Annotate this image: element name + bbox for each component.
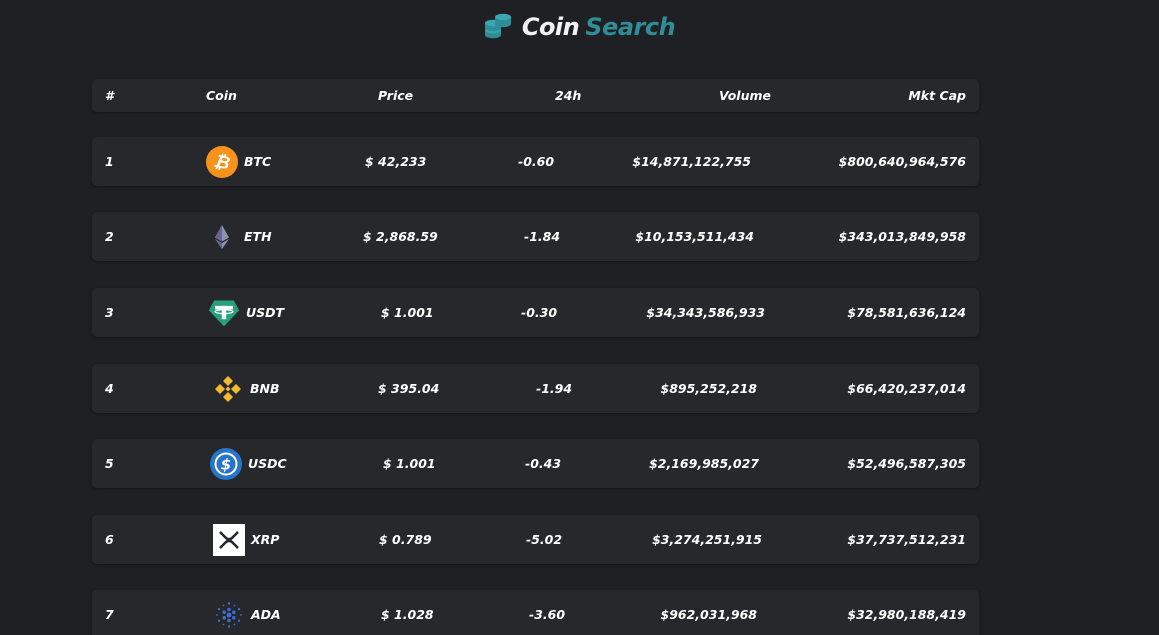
row-coin: ₿ BTC xyxy=(206,137,271,186)
row-coin: XRP xyxy=(213,515,279,564)
row-market-cap: $37,737,512,231 xyxy=(847,532,966,547)
row-price: $ 0.789 xyxy=(379,532,432,547)
row-24h-change: -1.94 xyxy=(536,381,573,396)
row-volume: $895,252,218 xyxy=(660,381,757,396)
row-price: $ 2,868.59 xyxy=(363,229,438,244)
coins-stack-icon xyxy=(484,13,512,41)
row-coin: ETH xyxy=(206,212,272,261)
table-row[interactable]: 5 $ USDC $ 1.001 -0.43 $2,169,985,027 $5… xyxy=(92,439,979,488)
xrp-icon xyxy=(213,523,245,556)
binance-icon xyxy=(212,373,244,405)
row-price: $ 1.001 xyxy=(383,456,436,471)
row-coin-symbol: BNB xyxy=(250,381,280,396)
usd-coin-icon: $ xyxy=(210,447,242,480)
row-rank: 7 xyxy=(105,607,114,622)
column-header-market-cap: Mkt Cap xyxy=(908,88,966,103)
row-price: $ 42,233 xyxy=(365,154,427,169)
row-coin-symbol: BTC xyxy=(244,154,272,169)
bitcoin-icon: ₿ xyxy=(206,145,238,178)
row-24h-change: -0.30 xyxy=(521,305,558,320)
table-row[interactable]: 1 ₿ BTC $ 42,233 -0.60 $14,871,122,755 $… xyxy=(92,137,979,186)
row-coin-symbol: XRP xyxy=(251,532,280,547)
table-row[interactable]: 3 USDT $ 1.001 -0.30 $34,343,586,933 $78… xyxy=(92,288,979,337)
row-volume: $3,274,251,915 xyxy=(652,532,762,547)
row-market-cap: $52,496,587,305 xyxy=(847,456,966,471)
row-rank: 2 xyxy=(105,229,114,244)
row-volume: $2,169,985,027 xyxy=(649,456,759,471)
title-part-search: Search xyxy=(585,13,676,41)
row-coin: BNB xyxy=(212,364,280,413)
app: Coin Search # Coin Price 24h Volume Mkt C… xyxy=(0,0,1159,635)
row-24h-change: -0.60 xyxy=(518,154,555,169)
table-row[interactable]: 7 ADA $ 1.028 -3.60 $962,031,968 $32,980… xyxy=(92,590,979,635)
column-header-coin: Coin xyxy=(206,88,237,103)
row-rank: 3 xyxy=(105,305,114,320)
row-market-cap: $343,013,849,958 xyxy=(838,229,966,244)
row-price: $ 1.028 xyxy=(381,607,434,622)
row-rank: 6 xyxy=(105,532,114,547)
title-part-coin: Coin xyxy=(521,13,580,41)
column-header-volume: Volume xyxy=(718,88,771,103)
row-price: $ 1.001 xyxy=(381,305,434,320)
table-row[interactable]: 4 BNB $ 395.04 -1.94 $895,252,218 $66,42… xyxy=(92,364,979,413)
row-market-cap: $800,640,964,576 xyxy=(838,154,966,169)
row-coin-symbol: USDC xyxy=(248,456,287,471)
row-coin-symbol: USDT xyxy=(246,305,285,320)
row-coin: ADA xyxy=(213,590,281,635)
svg-text:$: $ xyxy=(221,455,231,473)
table-row[interactable]: 6 XRP $ 0.789 -5.02 $3,274,251,915 $37,7… xyxy=(92,515,979,564)
row-coin-symbol: ETH xyxy=(244,229,272,244)
row-rank: 1 xyxy=(105,154,114,169)
app-title: Coin Search xyxy=(521,13,676,41)
column-header-rank: # xyxy=(105,88,114,103)
row-volume: $14,871,122,755 xyxy=(632,154,751,169)
table-header-row: # Coin Price 24h Volume Mkt Cap xyxy=(92,79,979,112)
row-rank: 5 xyxy=(105,456,114,471)
cardano-icon xyxy=(213,599,245,631)
row-market-cap: $78,581,636,124 xyxy=(847,305,966,320)
column-header-24h: 24h xyxy=(555,88,582,103)
tether-icon xyxy=(208,297,240,329)
row-coin: $ USDC xyxy=(210,439,287,488)
row-24h-change: -5.02 xyxy=(526,532,563,547)
row-24h-change: -1.84 xyxy=(524,229,561,244)
row-24h-change: -3.60 xyxy=(529,607,566,622)
row-volume: $34,343,586,933 xyxy=(646,305,765,320)
table-row[interactable]: 2 ETH $ 2,868.59 -1.84 $10,153,511,434 $… xyxy=(92,212,979,261)
row-coin: USDT xyxy=(208,288,284,337)
row-rank: 4 xyxy=(105,381,114,396)
ethereum-icon xyxy=(206,221,238,253)
row-price: $ 395.04 xyxy=(378,381,440,396)
row-coin-symbol: ADA xyxy=(251,607,281,622)
row-volume: $962,031,968 xyxy=(660,607,757,622)
header: Coin Search xyxy=(0,10,1159,44)
column-header-price: Price xyxy=(378,88,414,103)
row-volume: $10,153,511,434 xyxy=(635,229,754,244)
row-24h-change: -0.43 xyxy=(525,456,562,471)
row-market-cap: $66,420,237,014 xyxy=(847,381,966,396)
row-market-cap: $32,980,188,419 xyxy=(847,607,966,622)
